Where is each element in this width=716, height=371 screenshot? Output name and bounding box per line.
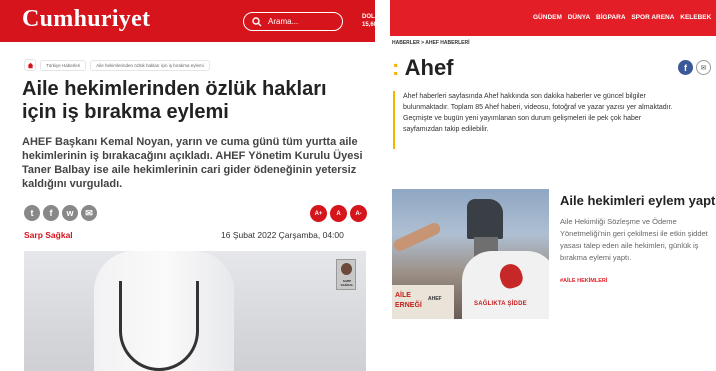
nav-item-dunya[interactable]: DÜNYA xyxy=(568,14,591,21)
page-title: : Ahef xyxy=(392,55,454,81)
raised-arm xyxy=(392,220,443,254)
publish-date: 16 Şubat 2022 Çarşamba, 04:00 xyxy=(221,230,344,240)
top-nav: GÜNDEM DÜNYA BİGPARA SPOR ARENA KELEBEK … xyxy=(533,14,716,21)
breadcrumb: Türkiye Haberleri Aile hekimlerinden özl… xyxy=(24,59,210,71)
article-lead: AHEF Başkanı Kemal Noyan, yarın ve cuma … xyxy=(22,136,363,190)
share-buttons: t f w ✉ xyxy=(24,205,100,221)
whatsapp-icon[interactable]: w xyxy=(62,205,78,221)
avatar xyxy=(341,263,352,275)
statue xyxy=(467,199,503,239)
author-thumbnail-label: SARP SAĞKAL xyxy=(340,279,354,287)
font-reset-button[interactable]: A xyxy=(330,205,347,222)
article-title: Aile hekimlerinden özlük hakları için iş… xyxy=(22,78,327,123)
title-colon: : xyxy=(392,55,400,80)
font-decrease-button[interactable]: A- xyxy=(350,205,367,222)
currency-ticker: DOLA 15,60 xyxy=(362,13,375,29)
search-icon xyxy=(252,16,262,26)
banner-text-2: ERNEĞİ xyxy=(395,302,422,309)
article-photo: SARP SAĞKAL xyxy=(24,251,366,371)
news-tag-link[interactable]: #AİLE HEKİMLERİ xyxy=(560,278,607,284)
ahef-tag-panel: GÜNDEM DÜNYA BİGPARA SPOR ARENA KELEBEK … xyxy=(380,0,716,371)
stethoscope-icon xyxy=(119,281,199,371)
page-title-text: Ahef xyxy=(404,55,454,80)
news-snippet: Aile Hekimliği Sözleşme ve Ödeme Yönetme… xyxy=(560,217,708,262)
banner-text-1: AİLE xyxy=(395,292,411,299)
currency-value: 15,60 xyxy=(362,22,375,28)
facebook-icon[interactable]: f xyxy=(678,60,693,75)
news-photo[interactable]: SAĞLIKTA ŞİDDE AİLE ERNEĞİ AHEF xyxy=(392,189,549,319)
currency-label: DOLA xyxy=(362,14,375,20)
nav-item-bigpara[interactable]: BİGPARA xyxy=(596,14,626,21)
author-link[interactable]: Sarp Sağkal xyxy=(24,230,73,240)
mail-icon[interactable]: ✉ xyxy=(81,205,97,221)
cumhuriyet-article-panel: Cumhuriyet Arama... DOLA 15,60 Türkiye H… xyxy=(0,0,375,371)
search-placeholder: Arama... xyxy=(268,17,299,26)
tag-description: Ahef haberleri sayfasında Ahef hakkında … xyxy=(393,91,673,149)
mail-icon[interactable]: ✉ xyxy=(696,60,711,75)
nav-item-kelebek[interactable]: KELEBEK xyxy=(680,14,711,21)
news-headline[interactable]: Aile hekimleri eylem yapt xyxy=(560,193,715,208)
facebook-icon[interactable]: f xyxy=(43,205,59,221)
screenshot-root: Cumhuriyet Arama... DOLA 15,60 Türkiye H… xyxy=(0,0,716,371)
vest-text: SAĞLIKTA ŞİDDE xyxy=(474,301,527,307)
font-increase-button[interactable]: A+ xyxy=(310,205,327,222)
breadcrumb-item-category[interactable]: Türkiye Haberleri xyxy=(40,59,87,71)
twitter-icon[interactable]: t xyxy=(24,205,40,221)
site-header: Cumhuriyet Arama... DOLA 15,60 xyxy=(0,0,375,42)
search-input[interactable]: Arama... xyxy=(243,12,343,31)
breadcrumb-item-current: Aile hekimlerinden özlük hakları için iş… xyxy=(90,59,210,71)
home-icon[interactable] xyxy=(24,59,36,71)
author-thumbnail[interactable]: SARP SAĞKAL xyxy=(336,259,356,290)
banner-text-3: AHEF xyxy=(428,296,442,302)
breadcrumb[interactable]: HABERLER > AHEF HABERLERİ xyxy=(392,40,469,46)
site-logo[interactable]: Cumhuriyet xyxy=(22,6,150,33)
nav-item-spor-arena[interactable]: SPOR ARENA xyxy=(631,14,674,21)
top-nav-bar: GÜNDEM DÜNYA BİGPARA SPOR ARENA KELEBEK … xyxy=(390,0,716,36)
nav-item-gundem[interactable]: GÜNDEM xyxy=(533,14,562,21)
font-size-controls: A+ A A- xyxy=(307,205,367,222)
